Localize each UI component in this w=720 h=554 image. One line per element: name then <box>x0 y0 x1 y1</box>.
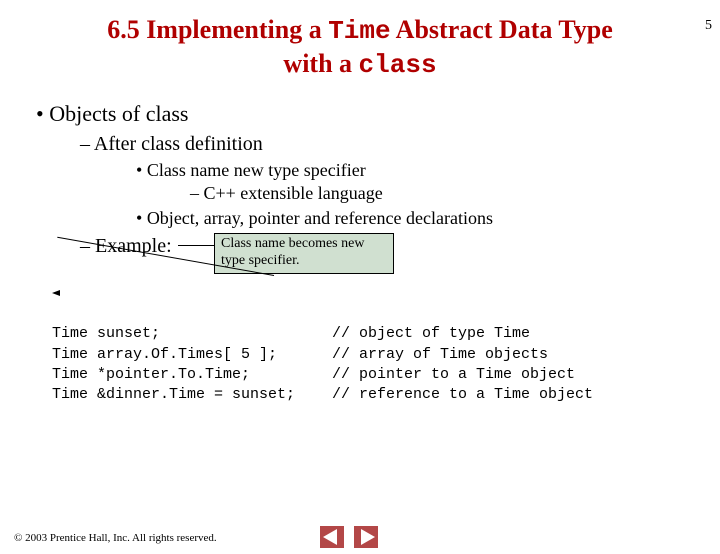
bullet-l1: Objects of class <box>36 101 720 127</box>
callout-connector-icon <box>178 245 214 246</box>
callout-line1: Class name becomes new <box>221 236 364 251</box>
title-line1-mono: Time <box>328 16 390 46</box>
code-block: Time sunset;// object of type Time Time … <box>52 304 720 426</box>
callout-arrowhead-icon <box>52 290 60 296</box>
code-comment-0: // object of type Time <box>332 325 530 342</box>
code-comment-2: // pointer to a Time object <box>332 366 575 383</box>
code-decl-3: Time &dinner.Time = sunset; <box>52 385 332 405</box>
bullet-l3a: Class name new type specifier <box>136 160 720 181</box>
page-number: 5 <box>705 18 712 34</box>
next-slide-button[interactable] <box>354 526 378 548</box>
title-line1-pre: 6.5 Implementing a <box>107 15 328 44</box>
bullet-l3b: Object, array, pointer and reference dec… <box>136 208 720 229</box>
callout-line2: type specifier. <box>221 253 300 268</box>
bullet-l2b: Example: <box>80 235 720 258</box>
title-line1-post: Abstract Data Type <box>391 15 613 44</box>
code-decl-1: Time array.Of.Times[ 5 ]; <box>52 345 332 365</box>
nav-controls <box>320 526 378 548</box>
copyright-footer: © 2003 Prentice Hall, Inc. All rights re… <box>14 532 217 544</box>
callout-box: Class name becomes new type specifier. <box>214 233 394 274</box>
code-comment-1: // array of Time objects <box>332 346 548 363</box>
code-comment-3: // reference to a Time object <box>332 386 593 403</box>
code-decl-0: Time sunset; <box>52 324 332 344</box>
code-decl-2: Time *pointer.To.Time; <box>52 365 332 385</box>
bullet-l2a: After class definition <box>80 133 720 156</box>
title-line2-pre: with a <box>283 49 358 78</box>
slide-title: 6.5 Implementing a Time Abstract Data Ty… <box>0 14 720 81</box>
title-line2-mono: class <box>359 50 437 80</box>
prev-slide-button[interactable] <box>320 526 344 548</box>
slide-body: Objects of class After class definition … <box>0 101 720 426</box>
bullet-l4a: C++ extensible language <box>190 183 720 204</box>
